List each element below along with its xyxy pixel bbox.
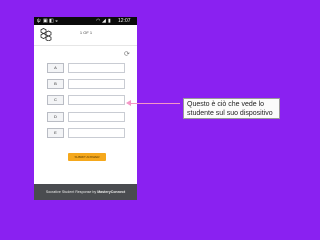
wifi-icon: ◠ [96, 18, 101, 24]
submit-answer-button[interactable]: SUBMIT ANSWER [68, 153, 106, 161]
answer-field-a[interactable] [68, 63, 125, 73]
answer-field-b[interactable] [68, 79, 125, 89]
signal-icon: ◢ [102, 18, 106, 24]
choice-button-a[interactable]: A [47, 63, 64, 73]
choice-button-c[interactable]: C [47, 95, 64, 105]
refresh-icon[interactable]: ⟳ [124, 51, 130, 58]
bag-icon: ◧ [49, 18, 54, 24]
choice-button-d[interactable]: D [47, 112, 64, 122]
choice-row-e: E [47, 128, 127, 138]
footer-brand: MasteryConnect [97, 190, 126, 194]
choice-row-b: B [47, 79, 127, 89]
status-time: 12:07 [118, 18, 131, 24]
app-header: 1 OF 1 [34, 25, 137, 46]
page-counter: 1 OF 1 [79, 30, 93, 35]
pointer-line [130, 103, 180, 104]
choice-button-e[interactable]: E [47, 128, 64, 138]
callout-box: Questo è ciò che vede lo studente sul su… [183, 98, 280, 119]
choice-button-b[interactable]: B [47, 79, 64, 89]
answer-field-d[interactable] [68, 112, 125, 122]
choice-row-c: C [47, 95, 127, 105]
phone-screen: ψ ▣ ◧ ◒ ◠ ◢ ▮ 12:07 1 OF 1 ⟳ A B C D E S… [34, 17, 137, 200]
image-icon: ▣ [43, 18, 48, 24]
answer-field-e[interactable] [68, 128, 125, 138]
usb-icon: ψ [37, 18, 41, 24]
footer: Socrative Student Response by MasteryCon… [34, 184, 137, 200]
hexagon-cluster-icon [40, 28, 52, 41]
choice-row-d: D [47, 112, 127, 122]
choice-row-a: A [47, 63, 127, 73]
android-icon: ◒ [55, 18, 59, 24]
footer-text: Socrative Student Response by [45, 190, 98, 194]
status-bar: ψ ▣ ◧ ◒ ◠ ◢ ▮ 12:07 [34, 17, 137, 25]
battery-icon: ▮ [108, 18, 111, 24]
answer-field-c[interactable] [68, 95, 125, 105]
